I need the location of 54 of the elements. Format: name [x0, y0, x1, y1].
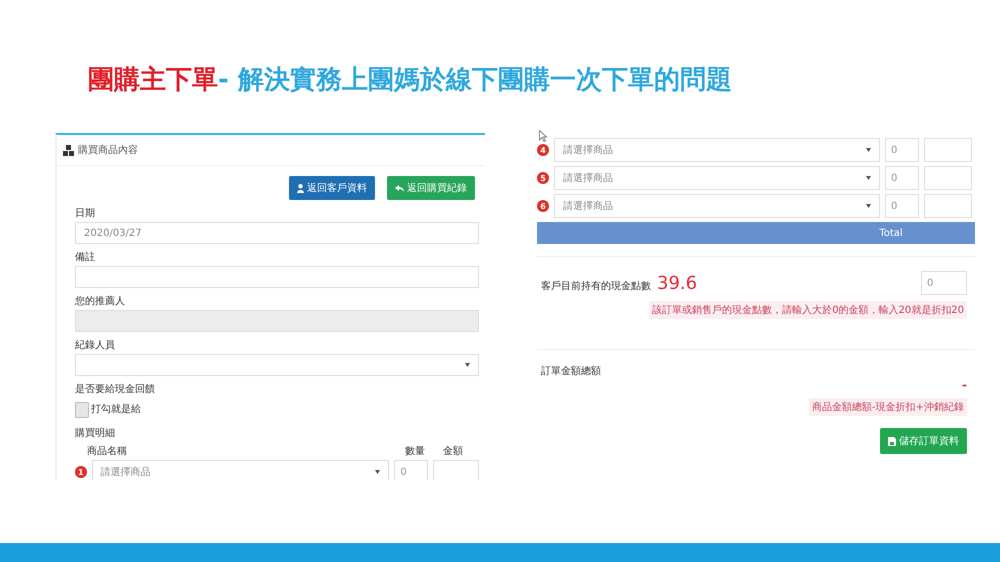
text-field[interactable]: 2020/03/27: [75, 222, 479, 244]
customer-button[interactable]: 返回客戶資料: [289, 176, 375, 200]
text-field[interactable]: [75, 266, 479, 288]
points-label: 客戶目前持有的現金點數: [541, 280, 651, 292]
amount-field[interactable]: [432, 460, 480, 480]
quantity-field[interactable]: 0: [885, 166, 919, 190]
field-label: 是否要給現金回饋: [75, 383, 156, 396]
checkbox[interactable]: [75, 402, 89, 418]
field-label: 日期: [75, 206, 96, 220]
caret-icon: [465, 363, 470, 367]
back-button[interactable]: 返回購買紀錄: [387, 176, 475, 200]
field-label: 紀錄人員: [75, 339, 116, 352]
caret-icon: [866, 148, 871, 152]
row-number: 6: [537, 200, 549, 212]
order-total-value: -: [962, 378, 967, 392]
column-header: 數量: [405, 445, 426, 458]
product-select[interactable]: 請選擇商品: [554, 166, 880, 190]
caret-icon: [866, 176, 871, 180]
row-number: 5: [537, 172, 549, 184]
amount-field[interactable]: [924, 138, 972, 162]
quantity-field[interactable]: 0: [885, 138, 919, 162]
row-number: 1: [75, 466, 86, 478]
slide-subtitle: - 解決實務上團媽於線下團購一次下單的問題: [218, 64, 732, 97]
panel-title: 購買商品內容: [78, 144, 138, 157]
save-button[interactable]: 儲存訂單資料: [880, 428, 967, 454]
field-label: 您的推薦人: [75, 294, 126, 308]
order-total-hint: 商品金額總額-現金折扣+沖銷紀錄: [809, 398, 967, 416]
order-total-label: 訂單金額總額: [541, 364, 602, 378]
caret-icon: [866, 204, 871, 208]
product-select[interactable]: 請選擇商品: [92, 460, 390, 480]
product-select[interactable]: 請選擇商品: [554, 194, 880, 218]
cursor-icon: [539, 130, 547, 142]
points-field[interactable]: 0: [921, 271, 967, 295]
cubes-icon: [63, 144, 74, 156]
points-hint: 該訂單或銷售戶的現金點數，請輸入大於0的金額，輸入20就是折扣20: [649, 301, 967, 319]
checkbox-label: 打勾就是給: [91, 402, 141, 416]
amount-field[interactable]: [924, 166, 972, 190]
slide-title: 團購主下單: [88, 64, 218, 97]
quantity-field[interactable]: 0: [394, 460, 428, 480]
points-value: 39.6: [657, 272, 698, 294]
reply-icon: [395, 184, 404, 192]
user-icon: [297, 184, 304, 192]
section-label: 購買明細: [75, 426, 116, 440]
field-label: 備註: [75, 250, 96, 264]
amount-field[interactable]: [924, 194, 972, 218]
caret-icon: [375, 470, 380, 474]
row-number: 4: [537, 144, 549, 156]
select-field[interactable]: [75, 354, 479, 376]
total-bar: Total: [537, 222, 975, 244]
column-header: 商品名稱: [87, 444, 128, 458]
column-header: 金額: [443, 444, 463, 458]
product-select[interactable]: 請選擇商品: [554, 138, 880, 162]
quantity-field[interactable]: 0: [885, 194, 919, 218]
save-icon: [888, 436, 896, 446]
